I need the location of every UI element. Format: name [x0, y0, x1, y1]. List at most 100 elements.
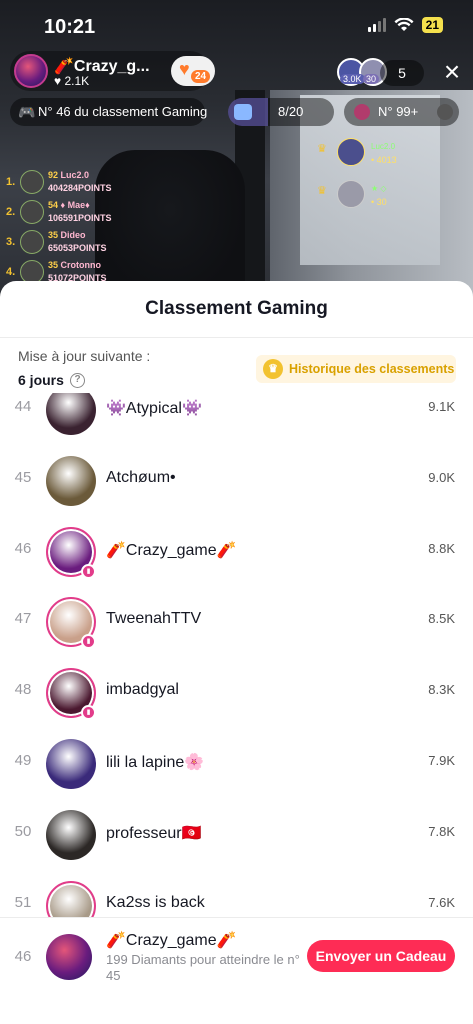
points: 8.8K — [428, 540, 455, 556]
gifter-name: ★ ◇ — [371, 184, 387, 193]
overlay-points: 404284POINTS — [48, 183, 112, 193]
gift-icon — [234, 104, 252, 120]
send-gift-button[interactable]: Envoyer un Cadeau — [307, 940, 455, 972]
user-avatar[interactable] — [46, 455, 96, 506]
live-badge-icon: ▮ — [81, 563, 96, 579]
overlay-username: ♦ Mae♦ — [60, 200, 90, 210]
username: professeur🇹🇳 — [106, 824, 202, 842]
rank-number: 51 — [14, 893, 32, 911]
status-time: 10:21 — [44, 16, 96, 38]
username: 🧨Crazy_game🧨 — [106, 541, 237, 559]
goal-pill[interactable]: 8/20 — [228, 98, 334, 126]
overlay-name: 92 Luc2.0 — [48, 170, 89, 180]
overlay-rank: 1. — [6, 176, 16, 188]
overlay-rank: 3. — [6, 236, 16, 248]
host-info[interactable]: 🧨Crazy_g... ♥ 2.1K ♥ 24 — [10, 51, 215, 91]
league-text: N° 99+ — [378, 104, 419, 119]
diamonds-needed: 199 Diamants pour atteindre le n° 45 — [106, 952, 300, 983]
next-update-value: 6 jours — [18, 372, 64, 388]
wifi-icon — [394, 18, 414, 31]
gifter-crown-icon: ♛ — [317, 185, 327, 197]
gifter-avatar — [337, 180, 365, 208]
info-icon[interactable]: ? — [70, 373, 85, 388]
points: 8.3K — [428, 682, 455, 698]
overlay-username: Dideo — [60, 230, 86, 240]
rank-number: 48 — [14, 681, 32, 699]
overlay-username: Luc2.0 — [60, 170, 90, 180]
rank-number: 46 — [14, 539, 32, 557]
gaming-rank-pill[interactable]: 🎮 N° 46 du classement Gaming — [10, 98, 208, 126]
gifter-crown-icon: ♛ — [317, 143, 327, 155]
points: 7.6K — [428, 894, 455, 910]
overlay-leaderboard: 1. 92 Luc2.0 404284POINTS 2. 54 ♦ Mae♦ 1… — [4, 168, 144, 288]
username: TweenahTTV — [106, 610, 202, 628]
sheet-title: Classement Gaming — [145, 298, 328, 319]
username: Ka2ss is back — [106, 893, 205, 911]
divider — [0, 337, 473, 338]
overlay-row: 1. 92 Luc2.0 404284POINTS — [4, 168, 144, 198]
overlay-name: 35 Dideo — [48, 230, 86, 240]
user-avatar[interactable] — [46, 739, 96, 789]
overlay-top-gifters: ♛ Luc2.0 • 4013 ♛ ★ ◇ • 30 — [315, 134, 465, 218]
overlay-num: 92 — [48, 170, 59, 180]
status-icons: 21 — [367, 17, 443, 33]
live-badge-icon: ▮ — [81, 705, 96, 721]
gifter-avatar — [337, 138, 365, 166]
gaming-rank-text: N° 46 du classement Gaming — [38, 104, 208, 119]
username: Atchøum• — [106, 468, 176, 486]
host-name: 🧨Crazy_g... — [54, 58, 150, 75]
overlay-num: 35 — [48, 230, 59, 240]
user-avatar[interactable] — [46, 393, 96, 435]
gifter-row: ♛ Luc2.0 • 4013 — [315, 134, 465, 176]
signal-icon — [367, 18, 386, 32]
rank-number: 47 — [14, 610, 32, 628]
viewer-count[interactable]: 5 — [380, 60, 424, 86]
user-avatar[interactable] — [46, 880, 96, 918]
my-rank-footer: 46 🧨Crazy_game🧨 199 Diamants pour attein… — [0, 917, 473, 1024]
overlay-avatar — [20, 200, 44, 224]
ranking-row[interactable]: 51▮Ka2ss is back7.6K — [0, 871, 473, 918]
ranking-row[interactable]: 49 lili la lapine🌸 7.9K — [0, 729, 473, 799]
goal-text: 8/20 — [278, 104, 304, 119]
ranking-row[interactable]: 50 professeur🇹🇳 7.8K — [0, 800, 473, 870]
ranking-row[interactable]: 48 ▮ imbadgyal 8.3K — [0, 658, 473, 728]
username: lili la lapine🌸 — [106, 754, 205, 771]
overlay-rank: 4. — [6, 266, 16, 278]
ranking-row[interactable]: 44 👾Atypical👾 9.1K — [0, 393, 473, 445]
follow-count: 24 — [191, 70, 211, 83]
my-avatar — [46, 934, 92, 980]
heart-icon: ♥ — [179, 59, 190, 79]
overlay-name: 35 Crotonno — [48, 260, 101, 270]
ranking-row[interactable]: 46 ▮ 🧨Crazy_game🧨 8.8K — [0, 517, 473, 587]
overlay-avatar — [20, 230, 44, 254]
ranking-row[interactable]: 45 Atchøum• 9.0K — [0, 446, 473, 516]
overlay-rank: 2. — [6, 206, 16, 218]
league-avatar — [437, 104, 453, 120]
viewer-badge: 30 — [363, 74, 380, 84]
gifter-points: • 30 — [371, 197, 387, 207]
rank-number: 50 — [14, 822, 32, 840]
gifter-points: • 4013 — [371, 155, 397, 165]
close-button[interactable]: × — [438, 58, 466, 86]
gifter-row: ♛ ★ ◇ • 30 — [315, 176, 465, 218]
rank-number: 44 — [14, 398, 32, 415]
user-avatar[interactable] — [46, 809, 96, 860]
points: 9.0K — [428, 469, 455, 485]
ranking-row[interactable]: 47 ▮ TweenahTTV 8.5K — [0, 587, 473, 657]
battery-indicator: 21 — [421, 17, 443, 33]
follow-button[interactable]: ♥ 24 — [171, 56, 215, 86]
my-username: 🧨Crazy_game🧨 — [106, 932, 237, 949]
status-bar: 10:21 21 — [0, 0, 473, 52]
league-icon — [354, 104, 370, 120]
league-pill[interactable]: N° 99+ — [344, 98, 459, 126]
overlay-username: Crotonno — [60, 260, 102, 270]
ranking-list[interactable]: 44 👾Atypical👾 9.1K 45 Atchøum• 9.0K 46 ▮ 🧨Crazy_… — [0, 393, 473, 918]
host-avatar[interactable] — [14, 54, 48, 88]
history-label: Historique des classements — [289, 362, 455, 376]
live-badge-icon: ▮ — [81, 634, 96, 650]
history-button[interactable]: ♛ Historique des classements — [256, 355, 456, 383]
points: 8.5K — [428, 611, 455, 627]
rank-number: 45 — [14, 468, 32, 486]
points: 7.9K — [428, 753, 455, 768]
overlay-num: 54 — [48, 200, 59, 210]
